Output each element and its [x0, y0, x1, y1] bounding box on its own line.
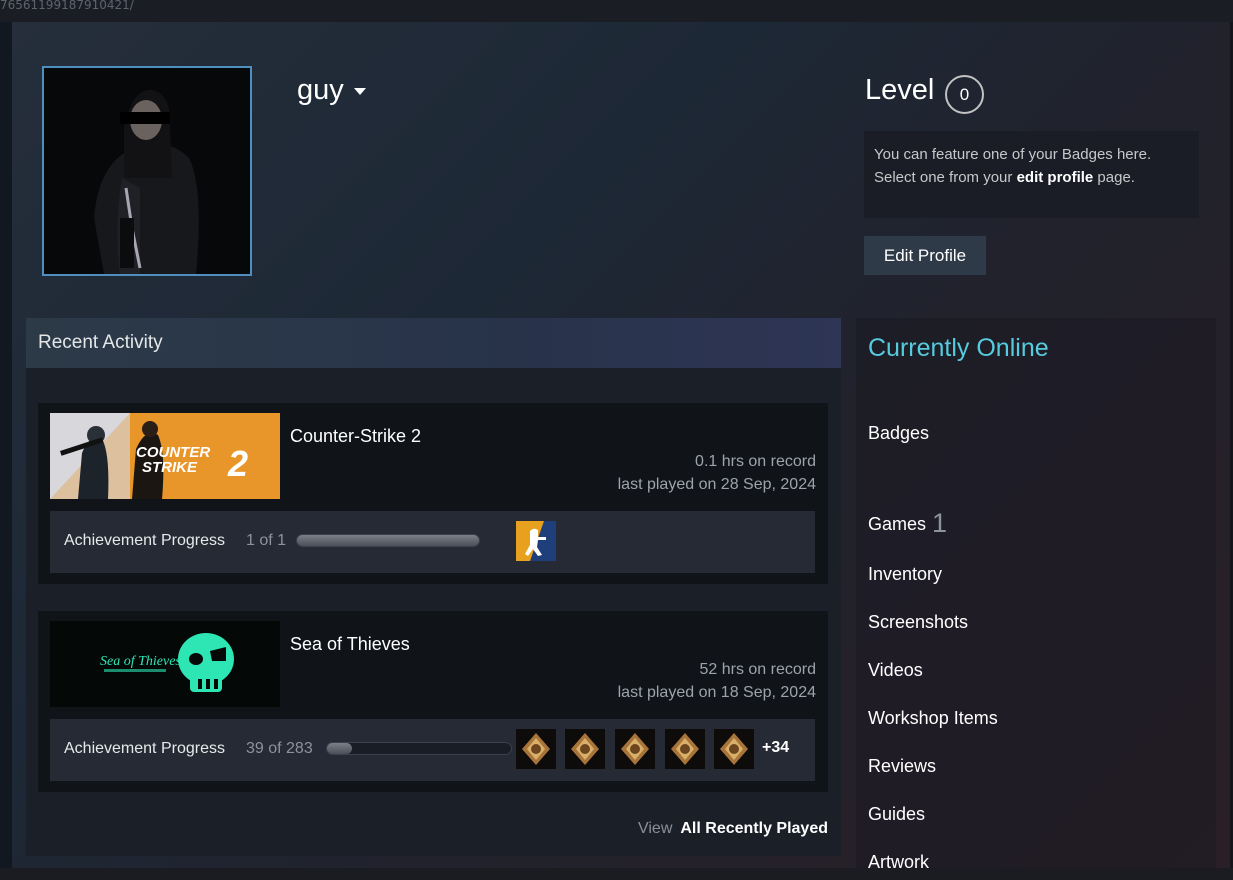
- game-capsule-sot[interactable]: Sea of Thieves: [50, 621, 280, 707]
- sidebar-games-label: Games: [868, 514, 927, 534]
- sidebar-link-badges[interactable]: Badges: [868, 423, 929, 444]
- sot-capsule-image: Sea of Thieves: [50, 621, 280, 707]
- sidebar-link-workshop-items[interactable]: Workshop Items: [868, 708, 998, 729]
- online-status: Currently Online: [868, 334, 1049, 362]
- sidebar-link-guides[interactable]: Guides: [868, 804, 925, 825]
- game-hours: 0.1 hrs on record: [695, 453, 816, 470]
- game-last-played: last played on 18 Sep, 2024: [617, 684, 816, 701]
- game-name[interactable]: Counter-Strike 2: [290, 426, 421, 447]
- all-recently-played-link[interactable]: All Recently Played: [680, 820, 828, 837]
- level-badge: 0: [945, 75, 984, 114]
- badge-text-line-2: Select one from your edit profile page.: [874, 166, 1189, 189]
- recent-game-counter-strike-2: COUNTER STRIKE 2 Counter-Strike 2 0.1 hr…: [38, 403, 828, 584]
- game-capsule-cs2[interactable]: COUNTER STRIKE 2: [50, 413, 280, 499]
- badge-text-post: page.: [1093, 169, 1135, 186]
- sot-achievement-icon[interactable]: [615, 729, 655, 769]
- sidebar-link-videos[interactable]: Videos: [868, 660, 923, 681]
- achievement-progress-label: Achievement Progress: [64, 740, 225, 757]
- recent-activity-title: Recent Activity: [26, 318, 841, 368]
- sot-achievement-icon[interactable]: [565, 729, 605, 769]
- achievement-progress-bar: [326, 742, 512, 755]
- view-all-recently-played[interactable]: View All Recently Played: [638, 820, 828, 838]
- avatar[interactable]: [42, 66, 252, 276]
- recent-activity-panel: Recent Activity COUNTER STRIKE 2 Counter…: [26, 318, 841, 856]
- sidebar-link-reviews[interactable]: Reviews: [868, 756, 936, 777]
- url-bar: 76561199187910421/: [0, 0, 1233, 22]
- sot-achievement-icon[interactable]: [516, 729, 556, 769]
- game-name[interactable]: Sea of Thieves: [290, 634, 410, 655]
- sot-achievement-icon[interactable]: [665, 729, 705, 769]
- edit-profile-button[interactable]: Edit Profile: [864, 236, 986, 275]
- achievement-count: 1 of 1: [246, 532, 287, 549]
- svg-text:Sea of Thieves: Sea of Thieves: [100, 654, 181, 669]
- sidebar-games-count: 1: [932, 508, 948, 538]
- recent-game-sea-of-thieves: Sea of Thieves Sea of Thieves 52 hrs on …: [38, 611, 828, 792]
- left-strip: [0, 22, 12, 880]
- achievement-progress-label: Achievement Progress: [64, 532, 225, 549]
- svg-text:STRIKE: STRIKE: [142, 459, 198, 476]
- achievement-progress-fill: [297, 535, 479, 546]
- achievement-progress-bar: [296, 534, 480, 547]
- avatar-image: [44, 68, 250, 274]
- achievement-count: 39 of 283: [246, 740, 313, 757]
- achievement-progress-row[interactable]: Achievement Progress 1 of 1: [50, 511, 815, 573]
- level-label: Level: [865, 74, 935, 106]
- username: guy: [297, 74, 344, 106]
- username-dropdown[interactable]: guy: [297, 74, 366, 107]
- caret-down-icon: [353, 87, 366, 95]
- sidebar-link-games[interactable]: Games 1: [868, 508, 947, 539]
- view-label: View: [637, 820, 673, 837]
- game-hours: 52 hrs on record: [699, 661, 816, 678]
- profile-sidebar: Currently Online Badges Games 1 Inventory…: [856, 318, 1216, 872]
- cs2-capsule-image: COUNTER STRIKE 2: [50, 413, 280, 499]
- badge-text-pre: Select one from your: [874, 169, 1017, 186]
- achievement-progress-row[interactable]: Achievement Progress 39 of 283 +34: [50, 719, 815, 781]
- sidebar-link-screenshots[interactable]: Screenshots: [868, 612, 968, 633]
- cs2-achievement-icon[interactable]: [516, 521, 556, 561]
- sidebar-link-inventory[interactable]: Inventory: [868, 564, 942, 585]
- svg-text:2: 2: [227, 443, 248, 484]
- sot-achievement-icon[interactable]: [714, 729, 754, 769]
- edit-profile-link[interactable]: edit profile: [1017, 169, 1094, 186]
- game-last-played: last played on 28 Sep, 2024: [617, 476, 816, 493]
- achievement-progress-fill: [327, 743, 352, 754]
- featured-badge-placeholder: You can feature one of your Badges here.…: [864, 131, 1199, 218]
- bottom-strip: [0, 868, 1233, 880]
- badge-text-line-1: You can feature one of your Badges here.: [874, 146, 1152, 163]
- more-achievements-count[interactable]: +34: [762, 739, 789, 757]
